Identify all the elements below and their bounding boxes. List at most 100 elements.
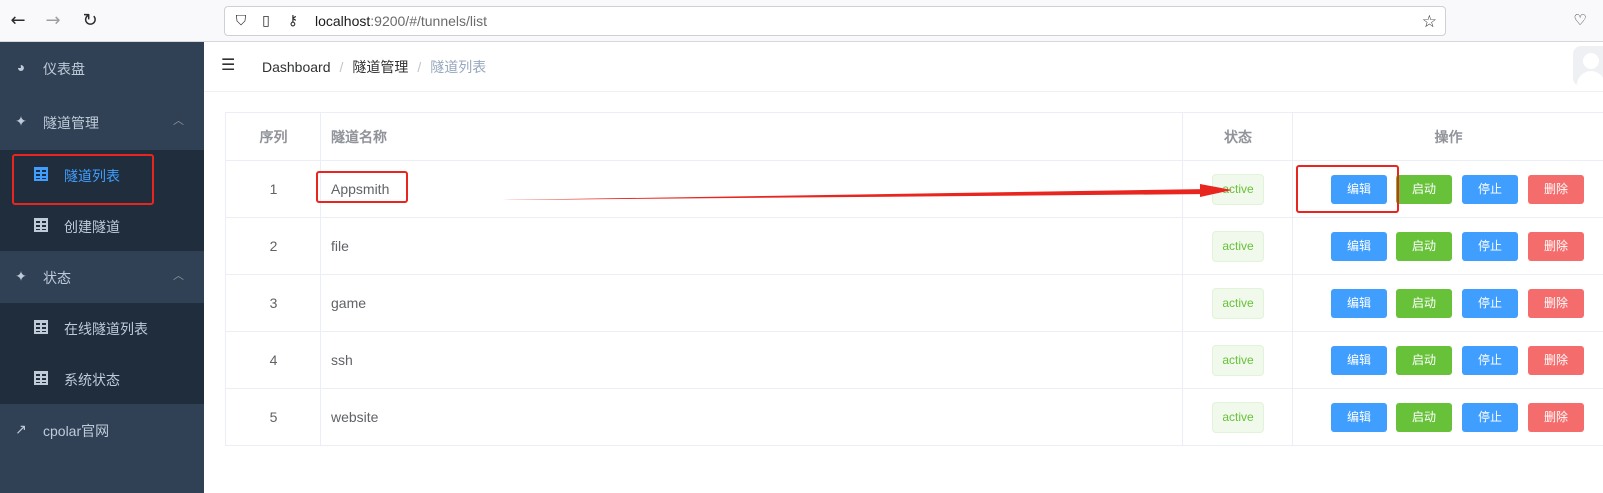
annotation-box-name [316, 171, 408, 203]
lifebuoy-icon: ✦ [15, 268, 27, 284]
url-text[interactable]: localhost:9200/#/tunnels/list [315, 13, 487, 29]
sidebar-item-system-status[interactable]: 系统状态 [0, 354, 204, 404]
tunnel-name: ssh [331, 352, 353, 368]
delete-button[interactable]: 删除 [1528, 232, 1584, 261]
cell-ops: 编辑 启动 停止 删除 [1293, 218, 1603, 274]
cell-ops: 编辑 启动 停止 删除 [1293, 332, 1603, 388]
annotation-box-sidebar [12, 154, 154, 205]
external-link-icon: ↗ [15, 421, 27, 437]
edit-button[interactable]: 编辑 [1331, 346, 1387, 375]
pocket-icon[interactable]: ♡ [1570, 11, 1590, 31]
edit-button[interactable]: 编辑 [1331, 232, 1387, 261]
header-index: 序列 [259, 128, 288, 145]
tunnel-name: file [331, 238, 349, 254]
header-cell: 操作 [1293, 113, 1603, 160]
cell-status: active [1183, 389, 1293, 445]
submenu-status: 在线隧道列表 系统状态 [0, 303, 204, 404]
sidebar-item-create-tunnel[interactable]: 创建隧道 [0, 201, 204, 251]
edit-button[interactable]: 编辑 [1331, 403, 1387, 432]
sidebar-item-label: 状态 [43, 270, 71, 286]
avatar[interactable] [1573, 46, 1603, 86]
cell-status: active [1183, 218, 1293, 274]
table-header-row: 序列 隧道名称 状态 操作 [226, 113, 1603, 161]
breadcrumb-item-current: 隧道列表 [430, 59, 487, 75]
tunnel-table: 序列 隧道名称 状态 操作 1 Appsmith active 编辑 启动 停止… [225, 112, 1603, 446]
table-row: 3 game active 编辑 启动 停止 删除 [226, 275, 1603, 332]
header-cell: 状态 [1183, 113, 1293, 160]
header-cell: 序列 [226, 113, 321, 160]
forward-arrow-icon[interactable]: → [43, 11, 63, 31]
chevron-up-icon: ︿ [173, 115, 184, 127]
start-button[interactable]: 启动 [1396, 232, 1452, 261]
stop-button[interactable]: 停止 [1462, 232, 1518, 261]
sidebar-item-dashboard[interactable]: ◕ 仪表盘 [0, 42, 204, 94]
row-index: 3 [269, 295, 278, 311]
shield-icon[interactable]: ⛉ [233, 13, 249, 29]
sidebar-item-cpolar-website[interactable]: ↗ cpolar官网 [0, 404, 204, 456]
back-arrow-icon[interactable]: ← [8, 11, 28, 31]
breadcrumb-item-dashboard[interactable]: Dashboard [262, 59, 331, 75]
row-index: 5 [269, 409, 278, 425]
table-icon [34, 218, 48, 232]
start-button[interactable]: 启动 [1396, 403, 1452, 432]
status-badge: active [1212, 174, 1264, 205]
cell-name: Appsmith [321, 161, 1183, 217]
delete-button[interactable]: 删除 [1528, 175, 1584, 204]
row-index: 4 [269, 352, 278, 368]
dashboard-icon: ◕ [16, 59, 26, 75]
status-badge: active [1212, 231, 1264, 262]
sidebar-item-label: 系统状态 [64, 372, 120, 388]
sidebar-item-label: 在线隧道列表 [64, 321, 148, 337]
cell-index: 3 [226, 275, 321, 331]
sidebar-item-label: 隧道管理 [43, 115, 99, 131]
bookmark-star-icon[interactable]: ☆ [1422, 12, 1437, 32]
header-name: 隧道名称 [331, 128, 387, 145]
hamburger-menu-icon[interactable]: ☰ [221, 55, 235, 74]
annotation-box-edit [1296, 165, 1399, 213]
table-row: 4 ssh active 编辑 启动 停止 删除 [226, 332, 1603, 389]
breadcrumb-item-tunnel-management[interactable]: 隧道管理 [352, 59, 408, 75]
sidebar-item-tunnel-management[interactable]: ✦ 隧道管理 ︿ [0, 96, 204, 148]
edit-button[interactable]: 编辑 [1331, 289, 1387, 318]
browser-toolbar: ← → ↻ ⛉ ▯ ⚷ localhost:9200/#/tunnels/lis… [0, 0, 1603, 42]
sidebar-item-online-tunnels[interactable]: 在线隧道列表 [0, 303, 204, 353]
lifebuoy-icon: ✦ [15, 113, 27, 129]
stop-button[interactable]: 停止 [1462, 403, 1518, 432]
delete-button[interactable]: 删除 [1528, 289, 1584, 318]
cell-index: 2 [226, 218, 321, 274]
table-icon [34, 320, 48, 334]
cell-index: 4 [226, 332, 321, 388]
cell-status: active [1183, 161, 1293, 217]
breadcrumb-separator: / [417, 59, 422, 75]
breadcrumb-separator: / [339, 59, 344, 75]
cell-index: 1 [226, 161, 321, 217]
start-button[interactable]: 启动 [1396, 175, 1452, 204]
page-icon: ▯ [262, 13, 270, 29]
start-button[interactable]: 启动 [1396, 289, 1452, 318]
cell-status: active [1183, 332, 1293, 388]
stop-button[interactable]: 停止 [1462, 289, 1518, 318]
row-index: 2 [269, 238, 278, 254]
start-button[interactable]: 启动 [1396, 346, 1452, 375]
cell-ops: 编辑 启动 停止 删除 [1293, 389, 1603, 445]
header-ops: 操作 [1434, 128, 1463, 145]
sidebar-item-label: 创建隧道 [64, 219, 120, 235]
cell-index: 5 [226, 389, 321, 445]
cell-status: active [1183, 275, 1293, 331]
table-row: 5 website active 编辑 启动 停止 删除 [226, 389, 1603, 446]
key-icon[interactable]: ⚷ [285, 13, 301, 29]
delete-button[interactable]: 删除 [1528, 346, 1584, 375]
status-badge: active [1212, 345, 1264, 376]
sidebar-item-status[interactable]: ✦ 状态 ︿ [0, 251, 204, 303]
delete-button[interactable]: 删除 [1528, 403, 1584, 432]
stop-button[interactable]: 停止 [1462, 175, 1518, 204]
cell-ops: 编辑 启动 停止 删除 [1293, 275, 1603, 331]
table-icon [34, 371, 48, 385]
chevron-up-icon: ︿ [173, 270, 184, 282]
cell-name: ssh [321, 332, 1183, 388]
tunnel-name: game [331, 295, 367, 311]
header-cell: 隧道名称 [321, 113, 1183, 160]
reload-icon[interactable]: ↻ [80, 11, 100, 31]
stop-button[interactable]: 停止 [1462, 346, 1518, 375]
address-bar[interactable]: ⛉ ▯ ⚷ localhost:9200/#/tunnels/list ☆ [224, 6, 1446, 36]
